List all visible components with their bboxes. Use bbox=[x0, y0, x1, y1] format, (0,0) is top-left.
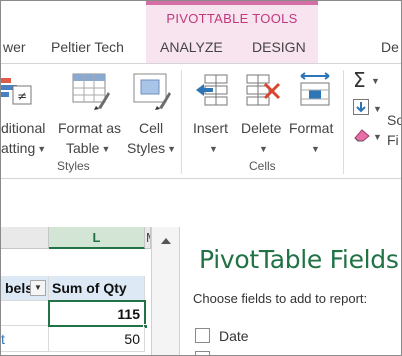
sort-filter-label-1: So bbox=[387, 112, 401, 128]
field-date-checkbox[interactable] bbox=[195, 328, 210, 343]
sort-filter-button[interactable]: So Fi bbox=[387, 112, 401, 152]
value-cell[interactable]: 50 bbox=[49, 327, 145, 352]
column-header-l[interactable]: L bbox=[49, 227, 145, 249]
eraser-icon bbox=[353, 128, 371, 147]
cell-styles-label-2: Styles bbox=[127, 140, 166, 156]
chevron-down-icon: ▼ bbox=[37, 144, 47, 155]
pane-title: PivotTable Fields bbox=[199, 245, 399, 274]
field-next-checkbox[interactable] bbox=[195, 351, 210, 355]
cell-styles-button[interactable]: Cell Styles ▼ bbox=[127, 68, 179, 158]
row-labels-header-text: bels bbox=[5, 280, 34, 296]
conditional-formatting-label-2: atting bbox=[1, 140, 36, 156]
conditional-formatting-label-2-wrap: atting ▼ bbox=[1, 140, 46, 156]
sum-of-qty-header-cell[interactable]: Sum of Qty bbox=[49, 276, 145, 301]
field-date-label: Date bbox=[219, 328, 249, 344]
excel-window: PIVOTTABLE TOOLS wer Peltier Tech ANALYZ… bbox=[0, 0, 402, 356]
clear-button[interactable]: ▼ bbox=[349, 126, 382, 148]
group-separator bbox=[181, 70, 182, 174]
scroll-up-arrow-icon[interactable] bbox=[158, 233, 174, 249]
format-as-table-button[interactable]: Format as Table ▼ bbox=[58, 68, 124, 158]
row-label-cell[interactable] bbox=[1, 301, 49, 326]
format-as-table-icon bbox=[72, 72, 110, 115]
chevron-down-icon: ▼ bbox=[371, 76, 380, 86]
format-button[interactable]: Format ▼ bbox=[289, 68, 341, 158]
cells-group-label: Cells bbox=[249, 159, 276, 173]
ribbon-tab-row: PIVOTTABLE TOOLS wer Peltier Tech ANALYZ… bbox=[1, 1, 401, 63]
chevron-down-icon: ▼ bbox=[209, 144, 218, 154]
conditional-formatting-label-1: ditional bbox=[1, 120, 46, 136]
ribbon: ≠ ditional atting ▼ Format as Table ▼ Ce… bbox=[1, 63, 401, 179]
column-header-k[interactable] bbox=[1, 227, 49, 249]
format-cells-icon bbox=[297, 72, 333, 113]
chevron-down-icon: ▼ bbox=[373, 104, 382, 114]
pane-subtitle: Choose fields to add to report: bbox=[193, 291, 368, 306]
fill-button[interactable]: ▼ bbox=[349, 98, 382, 120]
delete-button[interactable]: Delete ▼ bbox=[239, 68, 289, 158]
vertical-scrollbar[interactable] bbox=[151, 227, 179, 355]
tab-design[interactable]: DESIGN bbox=[252, 39, 306, 55]
pivottable-fields-pane: PivotTable Fields Choose fields to add t… bbox=[179, 227, 401, 355]
conditional-formatting-icon: ≠ bbox=[1, 72, 35, 113]
delete-cells-icon bbox=[245, 72, 281, 113]
chevron-down-icon: ▼ bbox=[373, 132, 382, 142]
format-as-table-label-2-wrap: Table ▼ bbox=[66, 140, 110, 156]
insert-button[interactable]: Insert ▼ bbox=[189, 68, 239, 158]
cell-styles-label-2-wrap: Styles ▼ bbox=[127, 140, 176, 156]
format-label: Format bbox=[289, 120, 334, 136]
styles-group-label: Styles bbox=[57, 159, 90, 173]
insert-cells-icon bbox=[195, 72, 231, 113]
chevron-down-icon: ▼ bbox=[34, 283, 42, 292]
tab-analyze[interactable]: ANALYZE bbox=[160, 39, 223, 55]
cell-styles-label-1: Cell bbox=[139, 120, 164, 136]
chevron-down-icon: ▼ bbox=[311, 144, 320, 154]
tab-peltier-tech[interactable]: Peltier Tech bbox=[51, 39, 124, 55]
row-labels-filter-dropdown[interactable]: ▼ bbox=[30, 280, 46, 296]
insert-label: Insert bbox=[193, 120, 229, 136]
conditional-formatting-button[interactable]: ≠ ditional atting ▼ bbox=[1, 68, 53, 158]
format-as-table-label-2: Table bbox=[66, 140, 100, 156]
sheet-blank-area bbox=[1, 179, 151, 227]
format-as-table-label-1: Format as bbox=[58, 120, 122, 136]
row-label-cell[interactable]: t bbox=[1, 327, 49, 352]
chevron-down-icon: ▼ bbox=[101, 144, 111, 155]
tab-power[interactable]: wer bbox=[3, 39, 26, 55]
autosum-button[interactable]: Σ ▼ bbox=[349, 68, 380, 92]
active-cell-value[interactable]: 115 bbox=[48, 300, 146, 327]
sort-filter-label-2: Fi bbox=[387, 132, 399, 148]
svg-text:≠: ≠ bbox=[17, 89, 27, 103]
worksheet-area: L M bels ▼ Sum of Qty 115 t 50 PivotTabl… bbox=[1, 179, 401, 355]
chevron-down-icon: ▼ bbox=[259, 144, 268, 154]
autosum-icon: Σ bbox=[353, 68, 366, 92]
chevron-down-icon: ▼ bbox=[167, 144, 177, 155]
context-title: PIVOTTABLE TOOLS bbox=[166, 11, 298, 26]
fill-down-icon bbox=[353, 99, 369, 115]
delete-label: Delete bbox=[241, 120, 282, 136]
group-separator bbox=[343, 70, 344, 174]
cell-styles-icon bbox=[133, 72, 171, 115]
tab-developer[interactable]: De bbox=[381, 39, 399, 55]
